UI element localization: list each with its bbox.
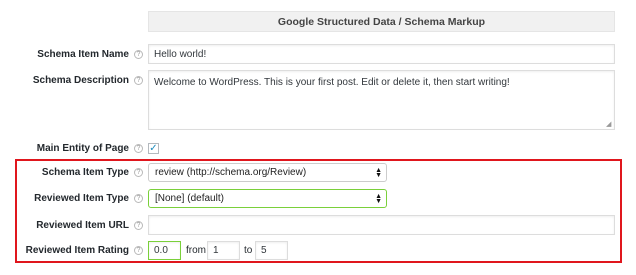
reviewed-url-label: Reviewed Item URL ? <box>0 219 143 232</box>
item-type-label: Schema Item Type ? <box>0 166 143 179</box>
help-icon[interactable]: ? <box>134 76 143 85</box>
rating-label: Reviewed Item Rating ? <box>0 244 143 257</box>
checkmark-icon: ✓ <box>149 143 158 154</box>
description-label: Schema Description ? <box>0 74 143 87</box>
item-name-label: Schema Item Name ? <box>0 48 143 61</box>
section-title: Google Structured Data / Schema Markup <box>277 15 486 28</box>
reviewed-url-input[interactable] <box>148 215 615 235</box>
rating-value-input[interactable] <box>148 241 181 260</box>
help-icon[interactable]: ? <box>134 246 143 255</box>
help-icon[interactable]: ? <box>134 194 143 203</box>
rating-to-input[interactable] <box>255 241 288 260</box>
item-type-select[interactable]: review (http://schema.org/Review) ▲ ▼ <box>148 163 387 182</box>
description-textarea[interactable]: Welcome to WordPress. This is your first… <box>148 70 615 130</box>
main-entity-label: Main Entity of Page ? <box>0 142 143 155</box>
help-icon[interactable]: ? <box>134 221 143 230</box>
section-header: Google Structured Data / Schema Markup <box>148 11 615 32</box>
help-icon[interactable]: ? <box>134 144 143 153</box>
reviewed-type-label: Reviewed Item Type ? <box>0 192 143 205</box>
resize-grip-icon[interactable]: ◢ <box>606 120 611 128</box>
rating-from-input[interactable] <box>207 241 240 260</box>
to-label: to <box>244 245 253 256</box>
main-entity-checkbox[interactable]: ✓ <box>148 143 159 154</box>
help-icon[interactable]: ? <box>134 168 143 177</box>
select-arrows-icon: ▲ ▼ <box>375 192 382 205</box>
select-arrows-icon: ▲ ▼ <box>375 166 382 179</box>
help-icon[interactable]: ? <box>134 50 143 59</box>
from-label: from <box>186 245 206 256</box>
item-name-input[interactable] <box>148 44 615 64</box>
reviewed-type-select[interactable]: [None] (default) ▲ ▼ <box>148 189 387 208</box>
